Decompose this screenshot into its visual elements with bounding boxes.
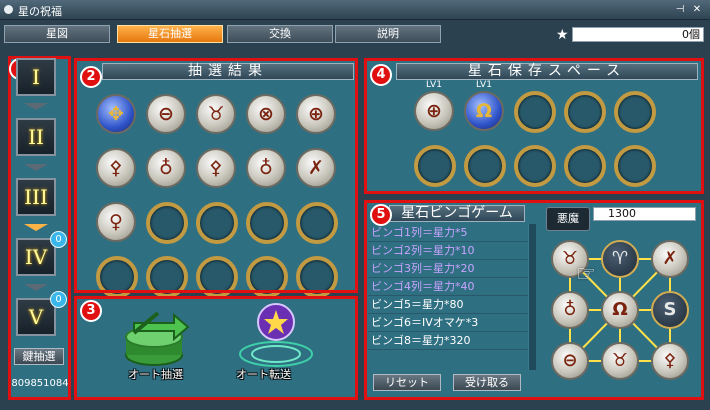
annotation-box-3 [74, 296, 358, 400]
close-icon[interactable]: ✕ [690, 3, 704, 16]
annotation-box-4 [364, 58, 704, 194]
annotation-number-3: 3 [80, 300, 102, 322]
tab-exchange[interactable]: 交換 [227, 25, 333, 43]
star-count: 0個 [572, 27, 704, 42]
rank-iv-badge: 0 [50, 231, 67, 248]
down-arrow-icon [24, 224, 48, 231]
rank-i-button[interactable]: I [16, 58, 56, 96]
annotation-number-5: 5 [370, 204, 392, 226]
down-arrow-icon [24, 103, 48, 110]
rank-iv-button[interactable]: IV [16, 238, 56, 276]
key-draw-button[interactable]: 鍵抽選 [14, 348, 64, 365]
annotation-number-4: 4 [370, 64, 392, 86]
annotation-number-2: 2 [80, 66, 102, 88]
down-arrow-icon [24, 164, 48, 171]
tab-explanation[interactable]: 説明 [335, 25, 441, 43]
annotation-box-5 [364, 200, 704, 400]
tab-star-stone-draw[interactable]: 星石抽選 [117, 25, 223, 43]
window-title: 星の祝福 [18, 5, 62, 18]
key-count: 809851084 [11, 378, 69, 389]
rank-ii-button[interactable]: II [16, 118, 56, 156]
star-icon: ★ [556, 27, 569, 43]
title-bar: 星の祝福 ⊣ ✕ [0, 0, 710, 20]
annotation-box-2 [74, 58, 358, 293]
rank-iii-button[interactable]: III [16, 178, 56, 216]
down-arrow-icon [24, 284, 48, 291]
rank-v-badge: 0 [50, 291, 67, 308]
window-icon [4, 5, 13, 14]
pin-icon[interactable]: ⊣ [673, 3, 687, 16]
tab-star-map[interactable]: 星図 [4, 25, 110, 43]
rank-v-button[interactable]: V [16, 298, 56, 336]
